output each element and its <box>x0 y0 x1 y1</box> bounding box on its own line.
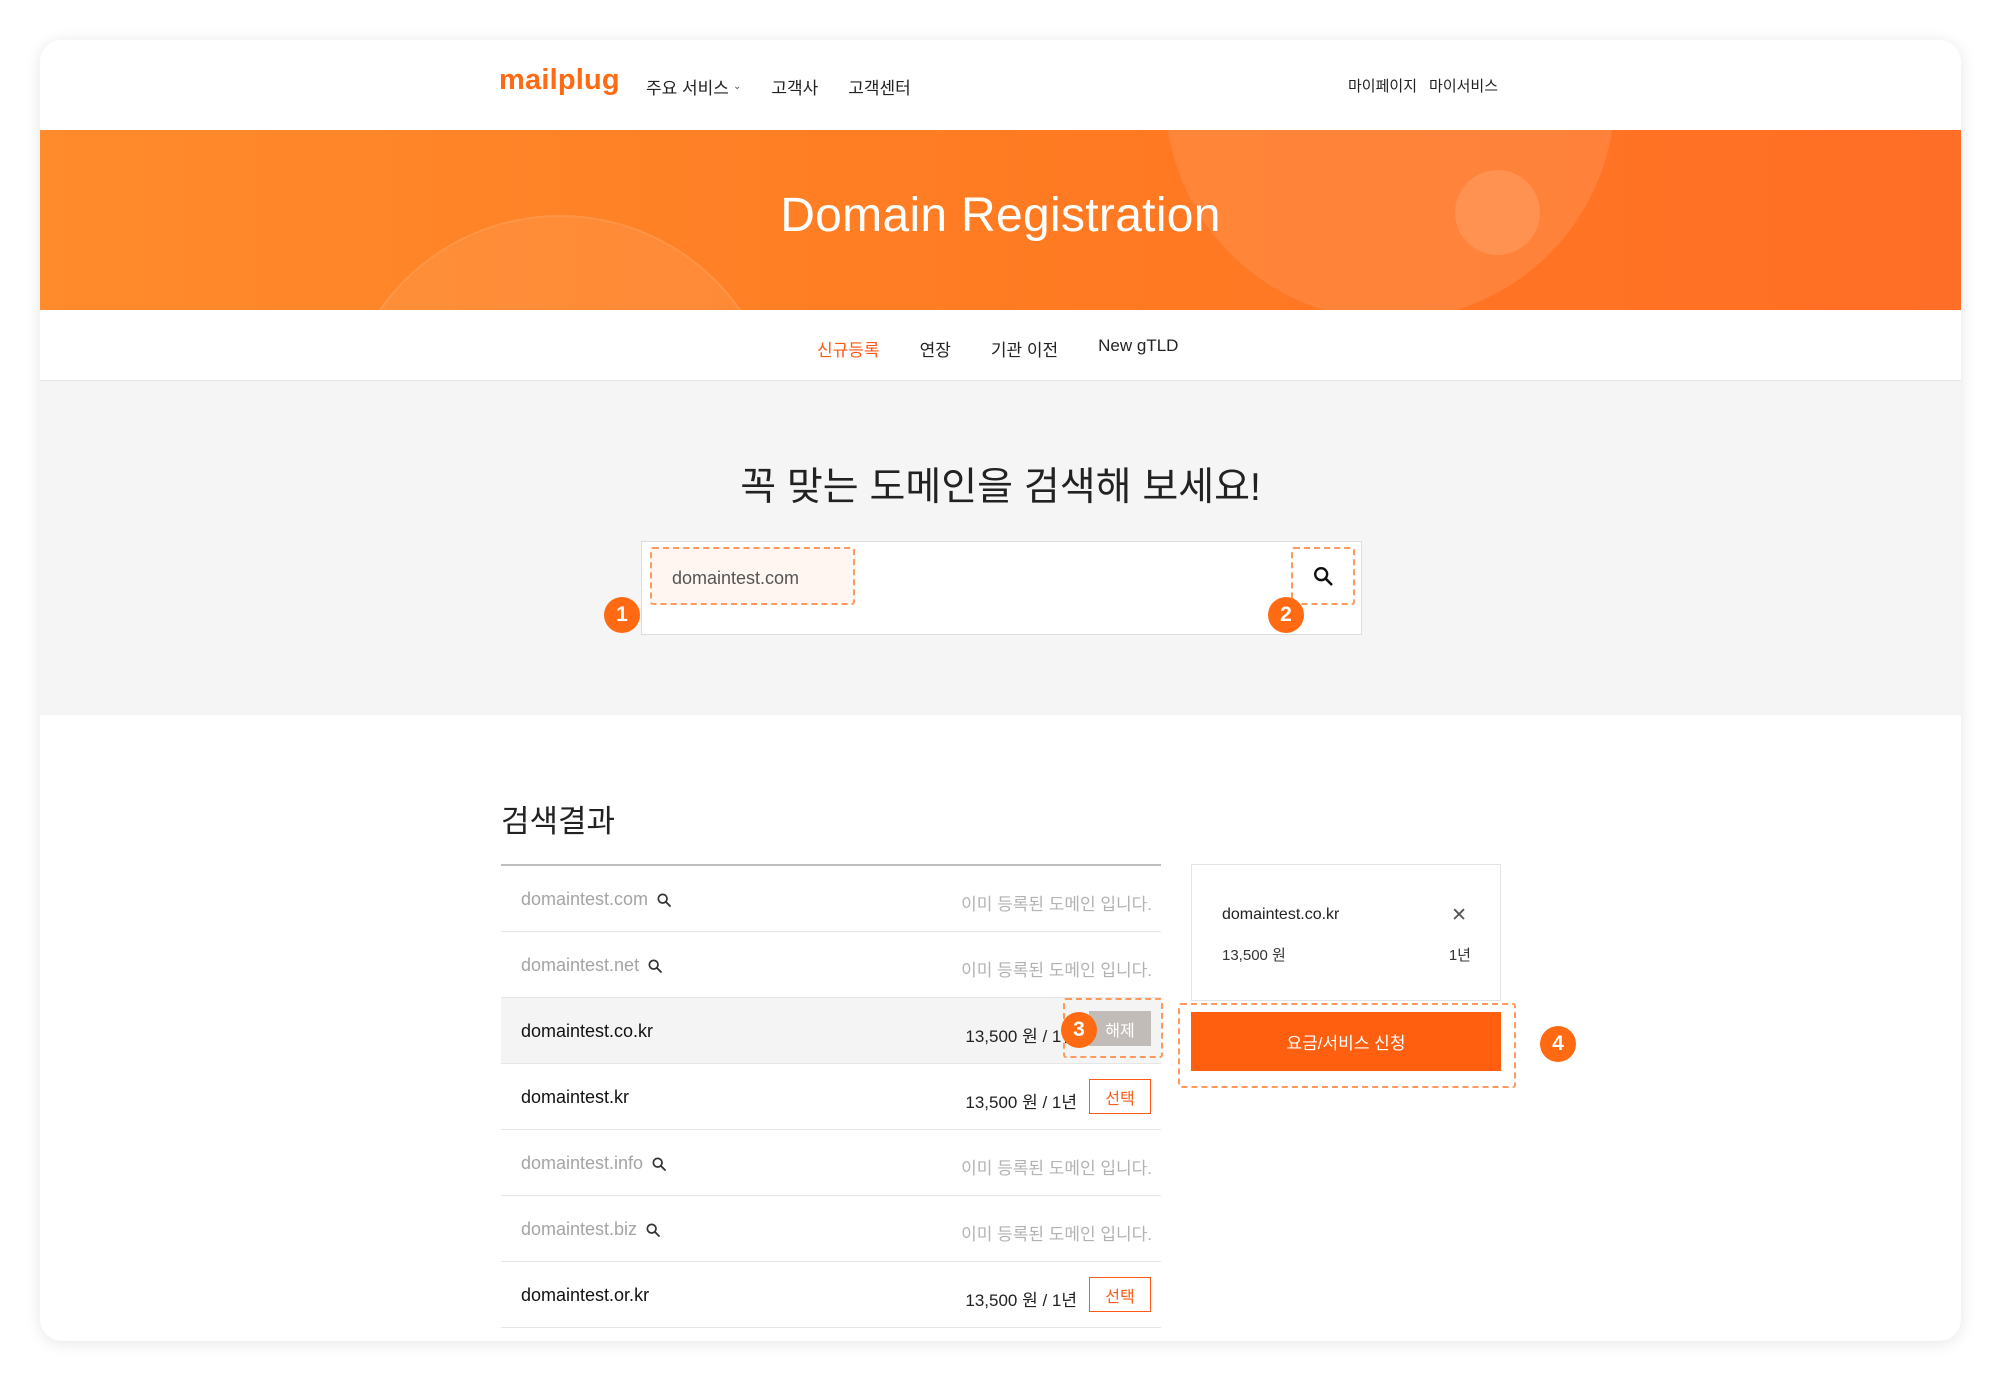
result-row: domaintest.net 이미 등록된 도메인 입니다. <box>501 932 1161 998</box>
nav-support-label: 고객센터 <box>848 79 911 98</box>
result-row: domaintest.biz 이미 등록된 도메인 입니다. <box>501 1196 1161 1262</box>
nav-item-support[interactable]: 고객센터 <box>848 74 911 99</box>
user-links: 마이페이지 마이서비스 <box>1348 75 1498 96</box>
result-row: domaintest.co.kr 13,500 원 / 1년 해제 3 <box>501 998 1163 1064</box>
status-text: 이미 등록된 도메인 입니다. <box>961 895 1152 914</box>
site-header: mailplug 주요 서비스 ⌄ 고객사 고객센터 마이페이지 마이서비스 <box>40 40 1961 130</box>
hero-banner: Domain Registration <box>40 130 1961 310</box>
apply-service-button[interactable]: 요금/서비스 신청 <box>1191 1012 1501 1071</box>
logo[interactable]: mailplug <box>499 64 620 97</box>
price-text: 13,500 원 / 1년 <box>965 1093 1077 1112</box>
tab-new-gtld[interactable]: New gTLD <box>1098 336 1178 361</box>
results-list: domaintest.com 이미 등록된 도메인 입니다. domaintes… <box>501 864 1163 1328</box>
cart-domain: domaintest.co.kr <box>1222 906 1340 923</box>
domain-label: domaintest.biz <box>521 1219 638 1239</box>
result-row: domaintest.kr 13,500 원 / 1년 선택 <box>501 1064 1161 1130</box>
domain-label: domaintest.co.kr <box>521 1021 654 1041</box>
domain-name[interactable]: domaintest.info <box>521 1153 667 1174</box>
step-badge: 4 <box>1540 1026 1576 1062</box>
search-section: 꼭 맞는 도메인을 검색해 보세요! domaintest.com 1 2 <box>40 381 1961 715</box>
step-badge: 2 <box>1268 597 1304 633</box>
cart-price: 13,500 원 <box>1222 947 1286 964</box>
search-input[interactable]: domaintest.com <box>650 547 855 605</box>
search-button[interactable] <box>1291 547 1355 605</box>
search-icon <box>657 892 671 907</box>
domain-label: domaintest.info <box>521 1153 644 1173</box>
tab-renewal[interactable]: 연장 <box>920 336 951 361</box>
cart-term: 1년 <box>1448 947 1471 964</box>
selected-cart: domaintest.co.kr ✕ 13,500 원 1년 <box>1191 864 1501 1001</box>
result-row: domaintest.com 이미 등록된 도메인 입니다. <box>501 866 1161 932</box>
domain-label: domaintest.kr <box>521 1087 630 1107</box>
status-text: 이미 등록된 도메인 입니다. <box>961 1159 1152 1178</box>
search-icon <box>646 1222 660 1237</box>
close-icon[interactable]: ✕ <box>1451 904 1467 927</box>
status-text: 이미 등록된 도메인 입니다. <box>961 961 1152 980</box>
nav-services-label: 주요 서비스 <box>646 79 729 98</box>
domain-name: domaintest.kr <box>521 1087 629 1108</box>
step-badge: 1 <box>604 597 640 633</box>
search-box: domaintest.com <box>641 541 1362 635</box>
domain-name[interactable]: domaintest.net <box>521 955 663 976</box>
nav-item-services[interactable]: 주요 서비스 ⌄ <box>646 74 741 99</box>
step-badge: 3 <box>1061 1012 1097 1048</box>
main-nav: 주요 서비스 ⌄ 고객사 고객센터 <box>646 74 911 99</box>
mypage-link[interactable]: 마이페이지 <box>1348 75 1417 96</box>
select-button[interactable]: 선택 <box>1089 1277 1151 1312</box>
domain-label: domaintest.com <box>521 889 649 909</box>
search-icon <box>1314 567 1333 586</box>
search-heading: 꼭 맞는 도메인을 검색해 보세요! <box>740 466 1261 509</box>
results-title: 검색결과 <box>501 804 616 839</box>
banner-title: Domain Registration <box>780 189 1221 242</box>
page-frame: mailplug 주요 서비스 ⌄ 고객사 고객센터 마이페이지 마이서비스 D… <box>40 40 1961 1341</box>
domain-name: domaintest.or.kr <box>521 1285 649 1306</box>
nav-item-customers[interactable]: 고객사 <box>771 74 818 99</box>
chevron-down-icon: ⌄ <box>732 81 742 92</box>
select-button[interactable]: 선택 <box>1089 1079 1151 1114</box>
search-icon <box>648 958 663 973</box>
domain-label: domaintest.net <box>521 955 640 975</box>
deselect-button[interactable]: 해제 <box>1089 1011 1151 1046</box>
domain-name[interactable]: domaintest.com <box>521 889 672 910</box>
price-text: 13,500 원 / 1년 <box>965 1291 1077 1310</box>
domain-name[interactable]: domaintest.biz <box>521 1219 661 1240</box>
result-row: domaintest.or.kr 13,500 원 / 1년 선택 <box>501 1262 1161 1328</box>
tab-transfer[interactable]: 기관 이전 <box>991 336 1058 361</box>
price-text: 13,500 원 / 1년 <box>965 1027 1077 1046</box>
domain-label: domaintest.or.kr <box>521 1285 650 1305</box>
nav-customers-label: 고객사 <box>771 79 819 98</box>
tab-new-registration[interactable]: 신규등록 <box>817 336 880 361</box>
status-text: 이미 등록된 도메인 입니다. <box>961 1225 1152 1244</box>
myservice-link[interactable]: 마이서비스 <box>1429 75 1498 96</box>
search-icon <box>652 1156 667 1171</box>
domain-name: domaintest.co.kr <box>521 1021 653 1042</box>
sub-tabs: 신규등록 연장 기관 이전 New gTLD <box>40 310 1961 381</box>
result-row: domaintest.info 이미 등록된 도메인 입니다. <box>501 1130 1161 1196</box>
